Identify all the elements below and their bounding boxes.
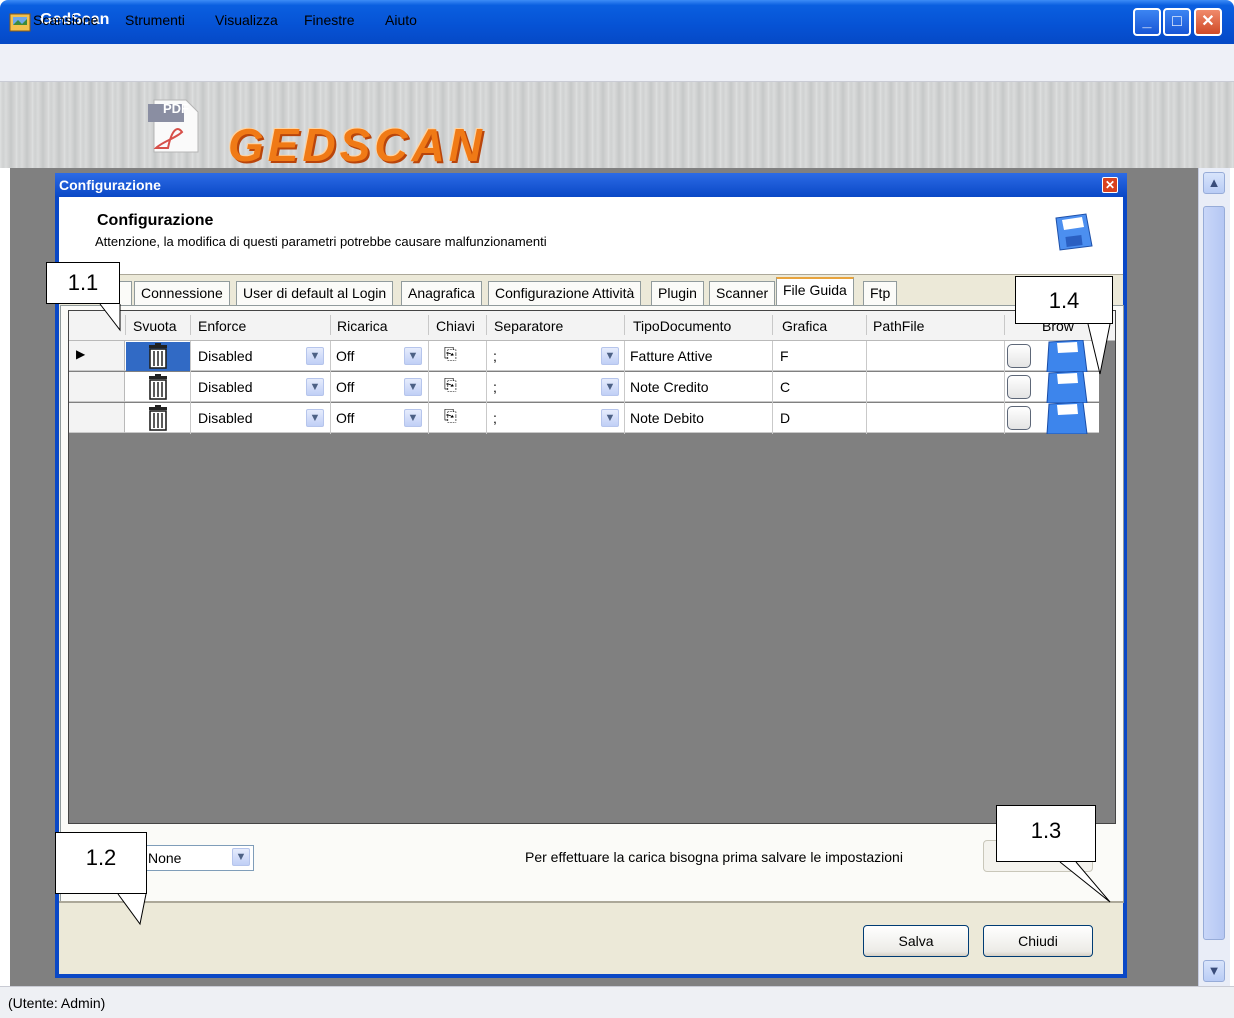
- callout-1-1: 1.1: [46, 262, 120, 304]
- callout-pointers: [99, 303, 1111, 926]
- callout-1-3: 1.3: [996, 805, 1096, 862]
- callout-1-2: 1.2: [55, 832, 147, 894]
- callout-1-4: 1.4: [1015, 276, 1113, 324]
